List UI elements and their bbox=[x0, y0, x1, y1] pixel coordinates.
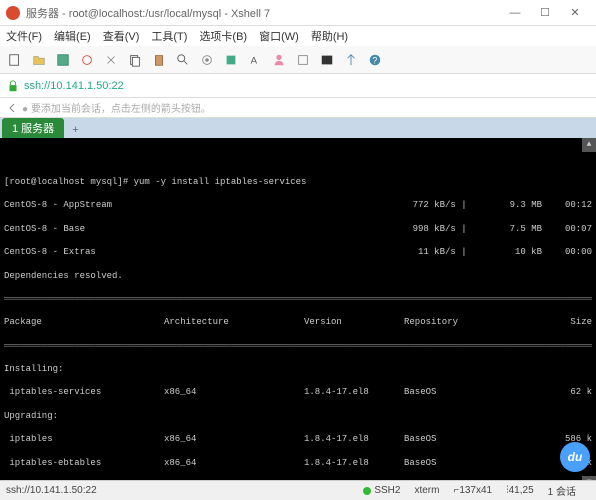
pkg-row: iptablesx86_641.8.4-17.el8BaseOS586 k bbox=[4, 434, 592, 446]
menu-tabs[interactable]: 选项卡(B) bbox=[199, 28, 247, 44]
status-term: xterm bbox=[414, 485, 439, 496]
connect-button[interactable] bbox=[76, 49, 98, 71]
repo-row: CentOS-8 - Base998 kB/s | 7.5 MB00:07 bbox=[4, 224, 592, 236]
new-tab-button[interactable]: + bbox=[64, 122, 86, 138]
divider: ════════════════════════════════════════… bbox=[4, 294, 592, 306]
window-title: 服务器 - root@localhost:/usr/local/mysql - … bbox=[26, 5, 500, 21]
menu-window[interactable]: 窗口(W) bbox=[259, 28, 299, 44]
find-button[interactable] bbox=[172, 49, 194, 71]
transfer-button[interactable] bbox=[340, 49, 362, 71]
menubar: 文件(F) 编辑(E) 查看(V) 工具(T) 选项卡(B) 窗口(W) 帮助(… bbox=[0, 26, 596, 46]
divider: ════════════════════════════════════════… bbox=[4, 341, 592, 353]
led-icon bbox=[363, 487, 371, 495]
close-button[interactable]: ✕ bbox=[560, 6, 590, 19]
status-ssh: SSH2 bbox=[363, 485, 400, 496]
repo-row: CentOS-8 - AppStream772 kB/s | 9.3 MB00:… bbox=[4, 200, 592, 212]
status-connection: ssh://10.141.1.50:22 bbox=[6, 485, 97, 496]
svg-text:A: A bbox=[251, 55, 258, 66]
arrow-left-icon[interactable] bbox=[6, 102, 18, 114]
terminal-output[interactable]: ▲ ▼ [root@localhost mysql]# yum -y insta… bbox=[0, 138, 596, 490]
du-widget[interactable]: du bbox=[560, 442, 590, 472]
font-button[interactable]: A bbox=[244, 49, 266, 71]
tab-bar: 1 服务器 + bbox=[0, 118, 596, 138]
script-button[interactable] bbox=[292, 49, 314, 71]
repo-row: CentOS-8 - Extras11 kB/s | 10 kB00:00 bbox=[4, 247, 592, 259]
scroll-up-button[interactable]: ▲ bbox=[582, 138, 596, 152]
address-bar: ssh://10.141.1.50:22 bbox=[0, 74, 596, 98]
lock-icon bbox=[6, 79, 20, 93]
prompt-line: [root@localhost mysql]# yum -y install i… bbox=[4, 177, 592, 189]
hint-text: ● 要添加当前会话，点击左侧的箭头按钮。 bbox=[22, 100, 211, 115]
user-button[interactable] bbox=[268, 49, 290, 71]
status-size: ⌐ 137x41 bbox=[453, 485, 492, 496]
section-installing: Installing: bbox=[4, 364, 592, 376]
color-button[interactable] bbox=[220, 49, 242, 71]
minimize-button[interactable]: — bbox=[500, 7, 530, 19]
pkg-header: PackageArchitectureVersionRepositorySize bbox=[4, 317, 592, 329]
copy-button[interactable] bbox=[124, 49, 146, 71]
status-bar: ssh://10.141.1.50:22 SSH2 xterm ⌐ 137x41… bbox=[0, 480, 596, 500]
session-tab[interactable]: 1 服务器 bbox=[2, 118, 64, 138]
help-button[interactable]: ? bbox=[364, 49, 386, 71]
hint-bar: ● 要添加当前会话，点击左侧的箭头按钮。 bbox=[0, 98, 596, 118]
address-text[interactable]: ssh://10.141.1.50:22 bbox=[24, 80, 124, 92]
open-button[interactable] bbox=[28, 49, 50, 71]
terminal-button[interactable] bbox=[316, 49, 338, 71]
dep-resolved: Dependencies resolved. bbox=[4, 271, 592, 283]
pkg-row: iptables-ebtablesx86_641.8.4-17.el8BaseO… bbox=[4, 458, 592, 470]
pkg-row: iptables-servicesx86_641.8.4-17.el8BaseO… bbox=[4, 387, 592, 399]
maximize-button[interactable]: ☐ bbox=[530, 6, 560, 19]
status-sessions: 1 会话 bbox=[548, 483, 576, 498]
properties-button[interactable] bbox=[196, 49, 218, 71]
app-logo-icon bbox=[6, 6, 20, 20]
toolbar: A ? bbox=[0, 46, 596, 74]
svg-text:?: ? bbox=[372, 55, 377, 65]
menu-file[interactable]: 文件(F) bbox=[6, 28, 42, 44]
menu-help[interactable]: 帮助(H) bbox=[311, 28, 348, 44]
save-button[interactable] bbox=[52, 49, 74, 71]
disconnect-button[interactable] bbox=[100, 49, 122, 71]
new-session-button[interactable] bbox=[4, 49, 26, 71]
menu-tools[interactable]: 工具(T) bbox=[151, 28, 187, 44]
titlebar: 服务器 - root@localhost:/usr/local/mysql - … bbox=[0, 0, 596, 26]
status-pos: ⫶ 41,25 bbox=[506, 485, 534, 496]
paste-button[interactable] bbox=[148, 49, 170, 71]
menu-view[interactable]: 查看(V) bbox=[103, 28, 140, 44]
menu-edit[interactable]: 编辑(E) bbox=[54, 28, 91, 44]
section-upgrading: Upgrading: bbox=[4, 411, 592, 423]
